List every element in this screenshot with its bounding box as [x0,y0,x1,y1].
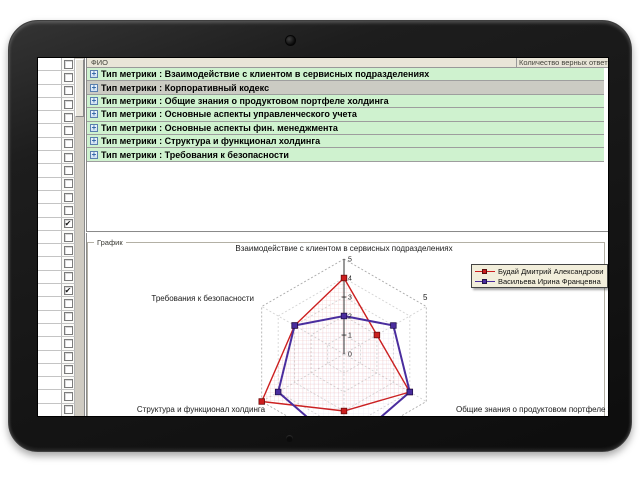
person-checkbox-cell [62,85,75,98]
person-row [38,151,75,164]
metric-row-label: Тип метрики : Структура и функционал хол… [101,136,320,146]
person-name-cell [38,58,62,71]
person-name-cell [38,85,62,98]
metric-row[interactable]: +Тип метрики : Основные аспекты управлен… [87,108,604,121]
scrollbar-thumb[interactable] [75,59,84,117]
person-checkbox[interactable] [64,206,73,215]
axis-label-top: Взаимодействие с клиентом в сервисных по… [138,244,550,253]
expand-plus-icon[interactable]: + [90,84,98,92]
person-checkbox[interactable]: ✔ [64,219,73,228]
person-row [38,164,75,177]
person-checkbox-cell [62,124,75,137]
metric-row-label: Тип метрики : Взаимодействие с клиентом … [101,69,429,79]
metric-row-label: Тип метрики : Основные аспекты управленч… [101,109,357,119]
person-row [38,111,75,124]
expand-plus-icon[interactable]: + [90,124,98,132]
person-row [38,124,75,137]
person-checkbox[interactable] [64,113,73,122]
person-checkbox[interactable] [64,179,73,188]
person-checkbox-cell [62,204,75,217]
person-name-cell [38,111,62,124]
legend-entry: Васильева Ирина Францевна [475,277,604,285]
legend-label-series1: Будай Дмитрий Александрович [498,267,604,276]
svg-text:5: 5 [348,257,352,264]
person-checkbox[interactable] [64,100,73,109]
person-name-cell [38,98,62,111]
metric-row-label: Тип метрики : Требования к безопасности [101,150,289,160]
person-checkbox-cell [62,111,75,124]
metric-row[interactable]: +Тип метрики : Общие знания о продуктово… [87,95,604,108]
person-checkbox[interactable] [64,166,73,175]
svg-text:1: 1 [348,333,352,340]
person-checkbox[interactable] [64,126,73,135]
expand-plus-icon[interactable]: + [90,110,98,118]
person-row [38,71,75,84]
person-checkbox-cell [62,164,75,177]
person-checkbox-cell [62,191,75,204]
svg-text:4: 4 [348,276,352,283]
person-checkbox[interactable] [64,86,73,95]
person-name-cell [38,124,62,137]
expand-plus-icon[interactable]: + [90,70,98,78]
expand-plus-icon[interactable]: + [90,97,98,105]
home-button-icon [286,435,293,442]
metric-row-label: Тип метрики : Общие знания о продуктовом… [101,96,389,106]
person-name-cell [38,204,62,217]
person-row [38,191,75,204]
axis-label-upper-right: 5 [423,293,437,302]
person-checkbox[interactable] [64,193,73,202]
person-checkbox-cell [62,98,75,111]
person-row [38,178,75,191]
svg-text:2: 2 [348,314,352,321]
svg-text:0: 0 [348,352,352,359]
person-name-cell [38,178,62,191]
radar-chart: 0 1 2 3 4 5 [38,228,608,416]
svg-text:3: 3 [348,295,352,302]
person-checkbox-cell [62,151,75,164]
person-checkbox-cell [62,178,75,191]
person-row [38,138,75,151]
person-checkbox-cell [62,138,75,151]
person-checkbox[interactable] [64,60,73,69]
metric-row[interactable]: +Тип метрики : Взаимодействие с клиентом… [87,68,604,81]
person-name-cell [38,71,62,84]
expand-plus-icon[interactable]: + [90,151,98,159]
person-name-cell [38,191,62,204]
tablet-frame: ✔✔ ФИО Количество верных ответо +Тип мет… [8,20,632,452]
person-row [38,98,75,111]
expand-plus-icon[interactable]: + [90,137,98,145]
header-fio[interactable]: ФИО [91,58,108,68]
person-row [38,85,75,98]
list-header: ФИО Количество верных ответо [87,58,608,68]
chart-legend: Будай Дмитрий Александрович Васильева Ир… [471,264,608,288]
header-correct-answers[interactable]: Количество верных ответо [516,58,608,68]
person-checkbox[interactable] [64,139,73,148]
legend-entry: Будай Дмитрий Александрович [475,267,604,275]
person-name-cell [38,138,62,151]
person-checkbox-cell [62,58,75,71]
metric-row[interactable]: +Тип метрики : Требования к безопасности [87,148,604,161]
metric-row-label: Тип метрики : Корпоративный кодекс [101,83,269,93]
person-checkbox[interactable] [64,153,73,162]
person-name-cell [38,164,62,177]
person-row [38,58,75,71]
axis-label-upper-left: Требования к безопасности [94,294,254,303]
person-name-cell [38,151,62,164]
metric-rows: +Тип метрики : Взаимодействие с клиентом… [87,68,604,162]
legend-swatch-series2 [475,277,495,285]
axis-label-lower-left: Структура и функционал холдинга [121,405,281,414]
metric-row[interactable]: +Тип метрики : Структура и функционал хо… [87,135,604,148]
legend-swatch-series1 [475,267,495,275]
camera-icon [285,35,296,46]
metric-row[interactable]: +Тип метрики : Основные аспекты фин. мен… [87,122,604,135]
metric-row[interactable]: +Тип метрики : Корпоративный кодекс [87,81,604,94]
metric-row-label: Тип метрики : Основные аспекты фин. мене… [101,123,338,133]
axis-label-lower-right: Общие знания о продуктовом портфеле холд… [456,405,608,414]
app-screen: ✔✔ ФИО Количество верных ответо +Тип мет… [38,58,608,416]
person-checkbox[interactable] [64,73,73,82]
person-checkbox-cell [62,71,75,84]
legend-label-series2: Васильева Ирина Францевна [498,277,601,286]
person-row [38,204,75,217]
